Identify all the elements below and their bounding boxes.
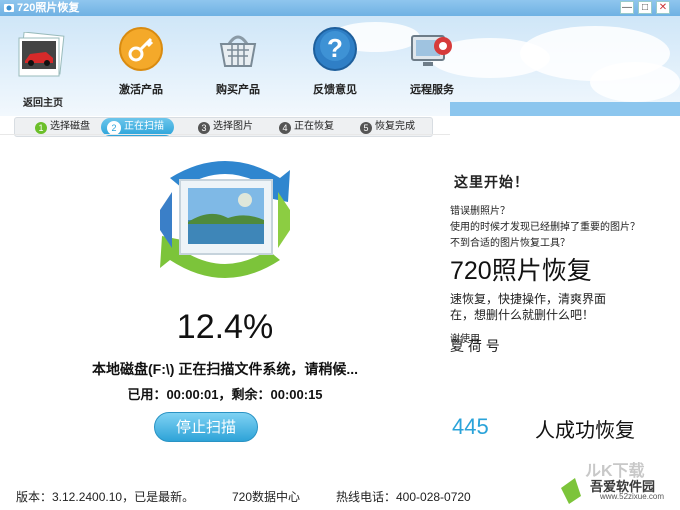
feedback-label: 反馈意见	[313, 84, 357, 96]
photo-recovery-window: 720照片恢复 — □ ✕ 返回主页 激活产品 购买产品 ? 反馈意见 远程服务…	[0, 0, 680, 510]
step-number: 4	[279, 122, 291, 134]
feedback-button[interactable]: ? 反馈意见	[295, 26, 375, 97]
scanning-animation-icon	[160, 161, 290, 278]
help-center-link[interactable]: 720数据中心	[232, 488, 300, 505]
recovered-users-label: 人成功恢复	[535, 420, 635, 442]
step-label: 选择磁盘	[50, 121, 90, 132]
close-button[interactable]: ✕	[656, 1, 670, 14]
watermark-url: www.52zixue.com	[600, 492, 665, 501]
svg-text:?: ?	[327, 33, 343, 63]
promo-start-text: 这里开始！	[454, 174, 529, 190]
step-label: 恢复完成	[375, 121, 415, 132]
app-logo-icon	[4, 4, 14, 12]
step-label: 正在扫描	[124, 121, 164, 132]
car-photo-icon	[18, 32, 65, 77]
scan-progress-percent: 12.4%	[176, 308, 274, 346]
activate-product-button[interactable]: 激活产品	[101, 26, 181, 97]
promo-description-1: 速恢复，快捷操作，清爽界面	[450, 292, 607, 306]
hotline-text: 热线电话：400-028-0720	[336, 490, 471, 504]
step-number: 2	[107, 121, 121, 135]
maximize-button[interactable]: □	[638, 1, 652, 14]
key-icon	[119, 27, 163, 71]
promo-product-name: 720照片恢复	[450, 257, 592, 285]
buy-product-label: 购买产品	[216, 84, 260, 96]
question-icon: ?	[313, 27, 357, 71]
scan-time-info: 已用：00:00:01，剩余：00:00:15	[127, 387, 323, 402]
recovered-users-count: 445	[452, 414, 489, 439]
step-number: 5	[360, 122, 372, 134]
divider	[0, 134, 450, 135]
promo-description-2: 在，想删什么就删什么吧！	[450, 308, 595, 322]
promo-question-3: 不到合适的图片恢复工具？	[450, 238, 570, 249]
remote-service-label: 远程服务	[410, 84, 454, 96]
step-number: 1	[35, 122, 47, 134]
window-title: 720照片恢复	[17, 2, 80, 14]
cloud-decoration	[590, 62, 680, 102]
stop-scan-button[interactable]: 停止扫描	[154, 412, 258, 442]
title-bar: 720照片恢复 — □ ✕	[0, 0, 680, 16]
step-label: 选择图片	[213, 121, 253, 132]
promo-question-2: 使用的时候才发现已经删掉了重要的图片？	[450, 222, 640, 233]
buy-product-button[interactable]: 购买产品	[198, 26, 278, 97]
step-number: 3	[198, 122, 210, 134]
promo-question-1: 错误删照片？	[450, 206, 510, 217]
scan-status-message: 本地磁盘(F:\) 正在扫描文件系统，请稍候...	[92, 361, 358, 377]
home-button-label: 返回主页	[23, 98, 63, 109]
version-text: 版本：3.12.2400.10，已是最新。	[16, 490, 195, 504]
header-band	[450, 102, 680, 116]
shopping-basket-icon	[219, 35, 257, 67]
step-label: 正在恢复	[294, 121, 334, 132]
minimize-button[interactable]: —	[620, 1, 634, 14]
header-toolbar: 返回主页 激活产品 购买产品 ? 反馈意见 远程服务	[0, 16, 680, 116]
activate-product-label: 激活产品	[119, 84, 163, 96]
remote-service-icon	[411, 35, 452, 66]
remote-service-button[interactable]: 远程服务	[392, 26, 472, 97]
promo-overlay-text: 夏 荷 号	[450, 338, 500, 354]
